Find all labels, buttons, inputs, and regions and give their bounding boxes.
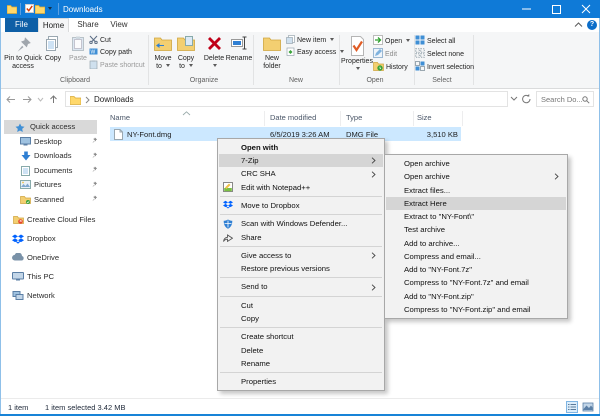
svg-text:W: W: [91, 50, 96, 56]
